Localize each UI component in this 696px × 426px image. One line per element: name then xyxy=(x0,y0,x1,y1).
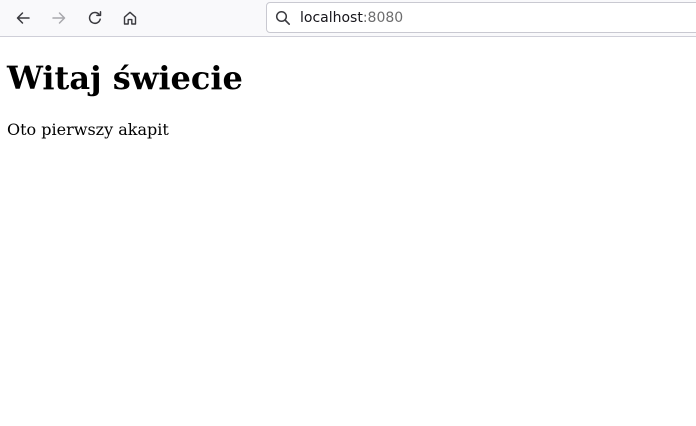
url-port: :8080 xyxy=(362,10,404,26)
home-button[interactable] xyxy=(116,4,144,32)
back-button[interactable] xyxy=(9,4,37,32)
reload-icon xyxy=(88,11,102,25)
address-bar[interactable]: localhost:8080 xyxy=(266,2,696,33)
arrow-right-icon xyxy=(52,12,66,24)
browser-toolbar: localhost:8080 xyxy=(0,0,696,37)
page-heading: Witaj świecie xyxy=(7,59,243,97)
home-icon xyxy=(123,11,137,25)
url-host: localhost xyxy=(300,10,363,26)
page-content: Witaj świecie Oto pierwszy akapit xyxy=(0,37,696,426)
url-text[interactable]: localhost:8080 xyxy=(300,9,403,27)
forward-button[interactable] xyxy=(45,4,73,32)
page-paragraph: Oto pierwszy akapit xyxy=(7,120,169,139)
arrow-left-icon xyxy=(16,12,30,24)
reload-button[interactable] xyxy=(81,4,109,32)
search-icon xyxy=(275,10,290,25)
